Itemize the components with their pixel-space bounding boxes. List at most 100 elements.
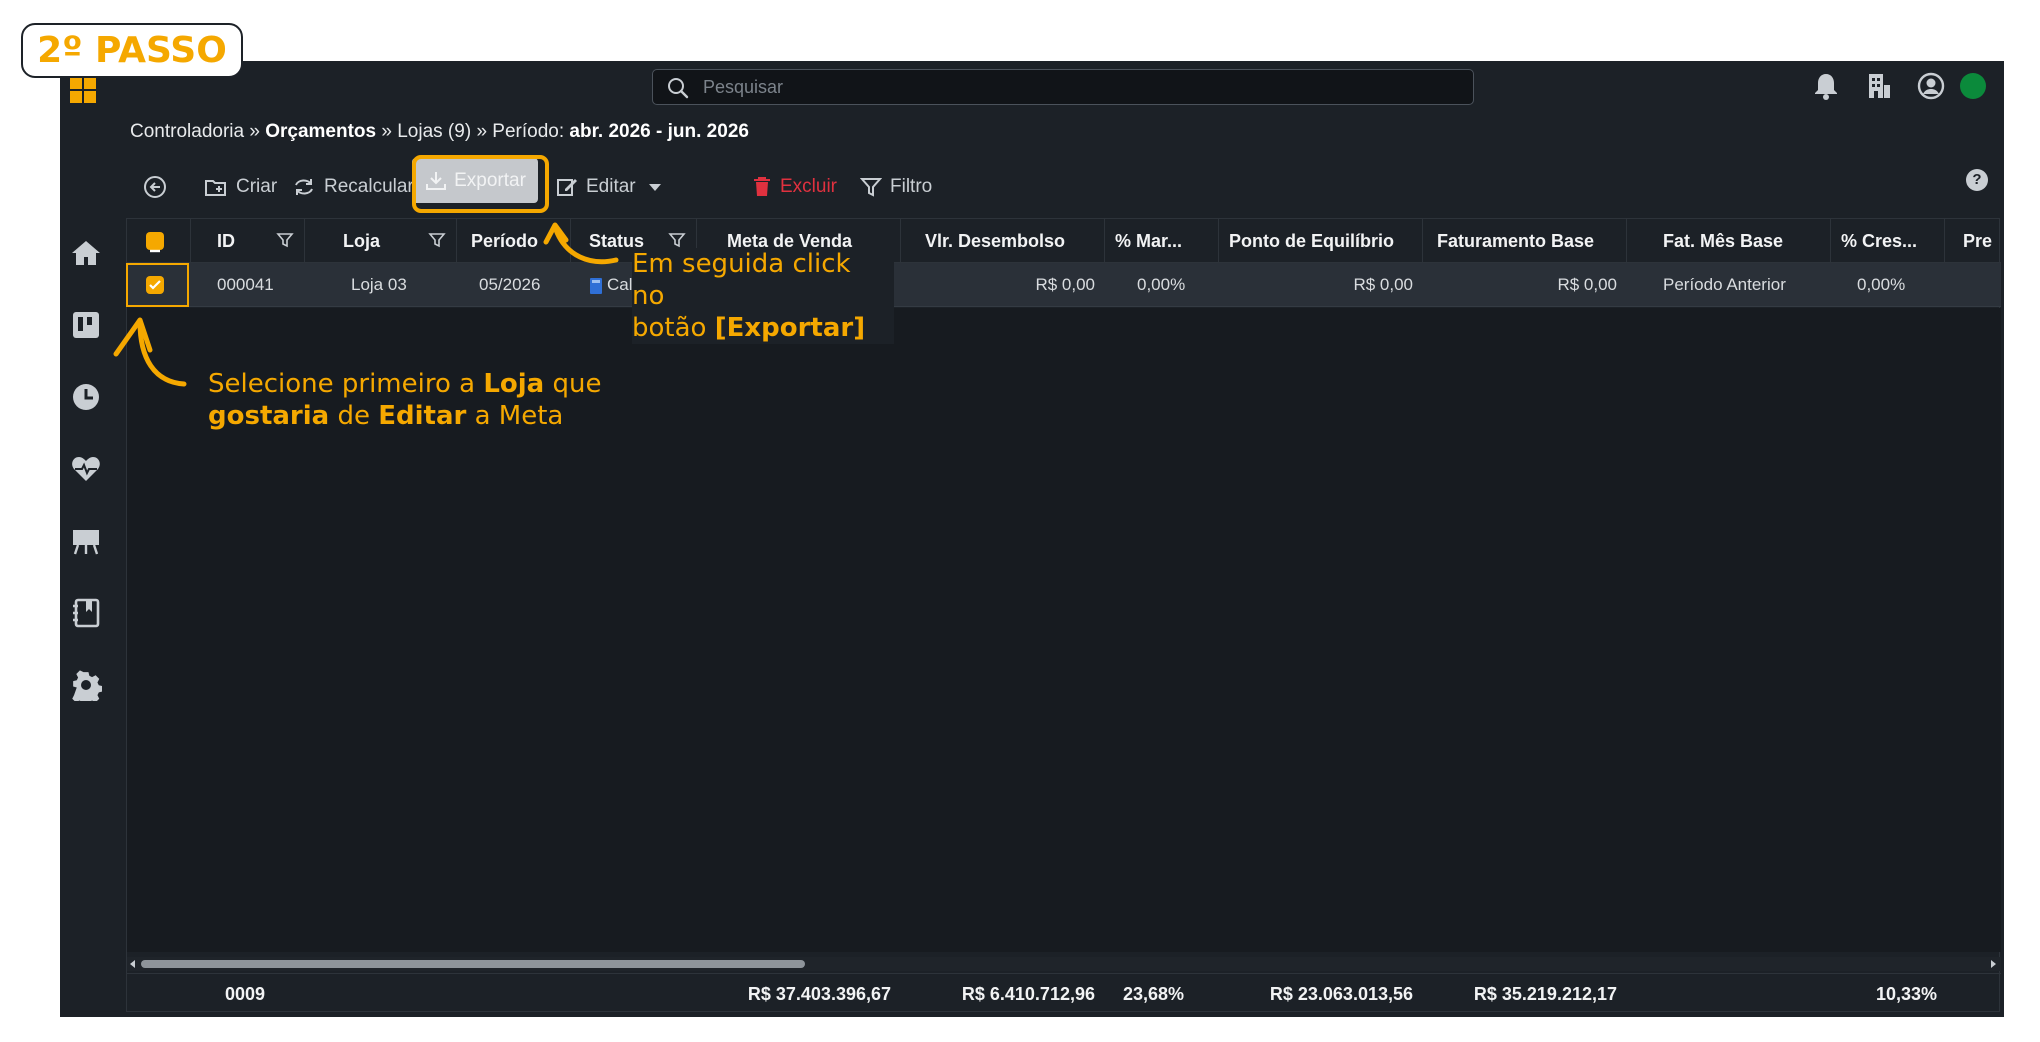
header-margem-label: % Mar...	[1115, 231, 1183, 251]
table-row[interactable]: 000041 Loja 03 05/2026 Calc R$ 0,00 0,00…	[127, 263, 2001, 307]
notebook-icon[interactable]	[70, 597, 102, 629]
online-status-dot	[1960, 73, 1986, 99]
edit-icon	[557, 179, 577, 196]
breadcrumb-separator: »	[249, 121, 260, 142]
header-pre[interactable]: Pre	[1945, 219, 2001, 263]
breadcrumb-orcamentos[interactable]: Orçamentos	[265, 121, 376, 142]
filter-icon[interactable]	[668, 231, 686, 249]
select-instruction-line2: gostaria de Editar a Meta	[208, 400, 628, 432]
select-instruction-bold: Editar	[378, 401, 467, 431]
top-bar	[60, 61, 2004, 111]
filter-icon[interactable]	[276, 231, 294, 249]
select-instruction-text: a Meta	[466, 401, 564, 431]
scroll-right-icon[interactable]	[1989, 960, 1997, 968]
select-instruction: Selecione primeiro a Loja que gostaria d…	[208, 368, 628, 432]
search-input[interactable]	[703, 74, 1443, 101]
back-button[interactable]	[142, 165, 176, 209]
header-loja[interactable]: Loja	[305, 219, 457, 263]
app-window: Controladoria » Orçamentos » Lojas (9) »…	[60, 61, 2004, 1017]
select-all-checkbox[interactable]	[146, 232, 164, 253]
exportar-instruction-line2: botão [Exportar]	[632, 312, 886, 344]
building-icon[interactable]	[1866, 71, 1892, 101]
cell-periodo: 05/2026	[479, 275, 541, 294]
header-ponto-equilibrio[interactable]: Ponto de Equilíbrio	[1219, 219, 1423, 263]
app-logo[interactable]	[70, 77, 98, 105]
curved-arrow-icon	[543, 222, 619, 265]
data-grid: ID Loja Período Status Meta de Venda Vlr…	[126, 218, 2001, 1013]
header-margem[interactable]: % Mar...	[1105, 219, 1219, 263]
breadcrumb: Controladoria » Orçamentos » Lojas (9) »…	[130, 121, 749, 143]
curved-arrow-icon	[113, 317, 187, 387]
footer-crescimento: 10,33%	[1875, 984, 1937, 1004]
trash-icon	[754, 177, 770, 196]
select-instruction-text: Selecione primeiro a	[208, 369, 484, 399]
back-arrow-icon	[144, 176, 166, 198]
heartbeat-icon[interactable]	[70, 453, 102, 485]
header-crescimento[interactable]: % Cres...	[1831, 219, 1945, 263]
breadcrumb-periodo-value: abr. 2026 - jun. 2026	[569, 121, 749, 142]
search-icon	[668, 78, 689, 99]
header-id[interactable]: ID	[191, 219, 305, 263]
criar-button[interactable]: Criar	[204, 165, 277, 209]
header-crescimento-label: % Cres...	[1841, 231, 1918, 251]
folder-add-icon	[205, 180, 226, 196]
footer-meta-venda: R$ 37.403.396,67	[747, 984, 891, 1004]
header-loja-label: Loja	[343, 231, 381, 251]
cell-id: 000041	[217, 275, 274, 294]
editar-button[interactable]: Editar	[556, 165, 674, 209]
exportar-instruction-bold: [Exportar]	[714, 313, 866, 343]
download-icon	[426, 171, 447, 190]
exportar-label: Exportar	[454, 169, 526, 191]
row-checkbox-highlight	[126, 263, 189, 307]
exportar-instruction-line1: Em seguida click no	[632, 249, 851, 311]
breadcrumb-controladoria[interactable]: Controladoria	[130, 121, 244, 142]
exportar-instruction: Em seguida click no botão [Exportar]	[632, 248, 894, 344]
header-vlr-desembolso-label: Vlr. Desembolso	[925, 231, 1066, 251]
header-pre-label: Pre	[1963, 231, 1993, 251]
filter-icon[interactable]	[428, 231, 446, 249]
bell-icon[interactable]	[1812, 71, 1840, 101]
cell-fat-mes-base: Período Anterior	[1663, 275, 1786, 294]
select-instruction-line1: Selecione primeiro a Loja que	[208, 368, 628, 400]
sidebar	[60, 111, 110, 1017]
exportar-button[interactable]: Exportar	[412, 158, 538, 203]
scroll-left-icon[interactable]	[129, 960, 137, 968]
editar-label: Editar	[586, 176, 636, 197]
filtro-button[interactable]: Filtro	[860, 165, 932, 209]
clock-icon[interactable]	[70, 381, 102, 413]
footer-count: 0009	[225, 984, 266, 1004]
board-icon[interactable]	[70, 309, 102, 341]
scroll-thumb[interactable]	[141, 960, 805, 968]
footer-vlr-desembolso: R$ 6.410.712,96	[961, 984, 1095, 1004]
help-icon[interactable]: ?	[1966, 169, 1988, 191]
cell-ponto-equilibrio: R$ 0,00	[1353, 275, 1413, 294]
caret-down-icon	[648, 184, 661, 191]
search-box[interactable]	[652, 69, 1474, 105]
calculator-icon	[590, 278, 602, 294]
cell-crescimento: 0,00%	[1857, 275, 1906, 294]
header-vlr-desembolso[interactable]: Vlr. Desembolso	[901, 219, 1105, 263]
footer-faturamento-base: R$ 35.219.212,17	[1473, 984, 1617, 1004]
header-fat-mes-base-label: Fat. Mês Base	[1663, 231, 1784, 251]
gear-icon[interactable]	[70, 669, 102, 701]
breadcrumb-separator: »	[476, 121, 488, 142]
grid-footer: 0009 R$ 37.403.396,67 R$ 6.410.712,96 23…	[127, 973, 2001, 1013]
horizontal-scrollbar[interactable]	[127, 957, 2001, 971]
filter-icon	[860, 178, 882, 197]
cell-faturamento-base: R$ 0,00	[1557, 275, 1617, 294]
cell-vlr-desembolso: R$ 0,00	[1035, 275, 1095, 294]
header-faturamento-base[interactable]: Faturamento Base	[1423, 219, 1627, 263]
recalcular-button[interactable]: Recalcular	[292, 165, 414, 209]
footer-ponto-equilibrio: R$ 23.063.013,56	[1269, 984, 1413, 1004]
header-select-all[interactable]	[127, 219, 191, 263]
select-instruction-text: de	[329, 401, 379, 431]
user-circle-icon[interactable]	[1916, 71, 1946, 101]
presentation-icon[interactable]	[70, 525, 102, 557]
home-icon[interactable]	[70, 237, 102, 269]
breadcrumb-lojas[interactable]: Lojas (9)	[397, 121, 471, 142]
header-ponto-equilibrio-label: Ponto de Equilíbrio	[1229, 231, 1394, 251]
excluir-button[interactable]: Excluir	[752, 165, 837, 209]
refresh-icon	[295, 179, 313, 195]
filtro-label: Filtro	[890, 176, 933, 197]
header-fat-mes-base[interactable]: Fat. Mês Base	[1627, 219, 1831, 263]
